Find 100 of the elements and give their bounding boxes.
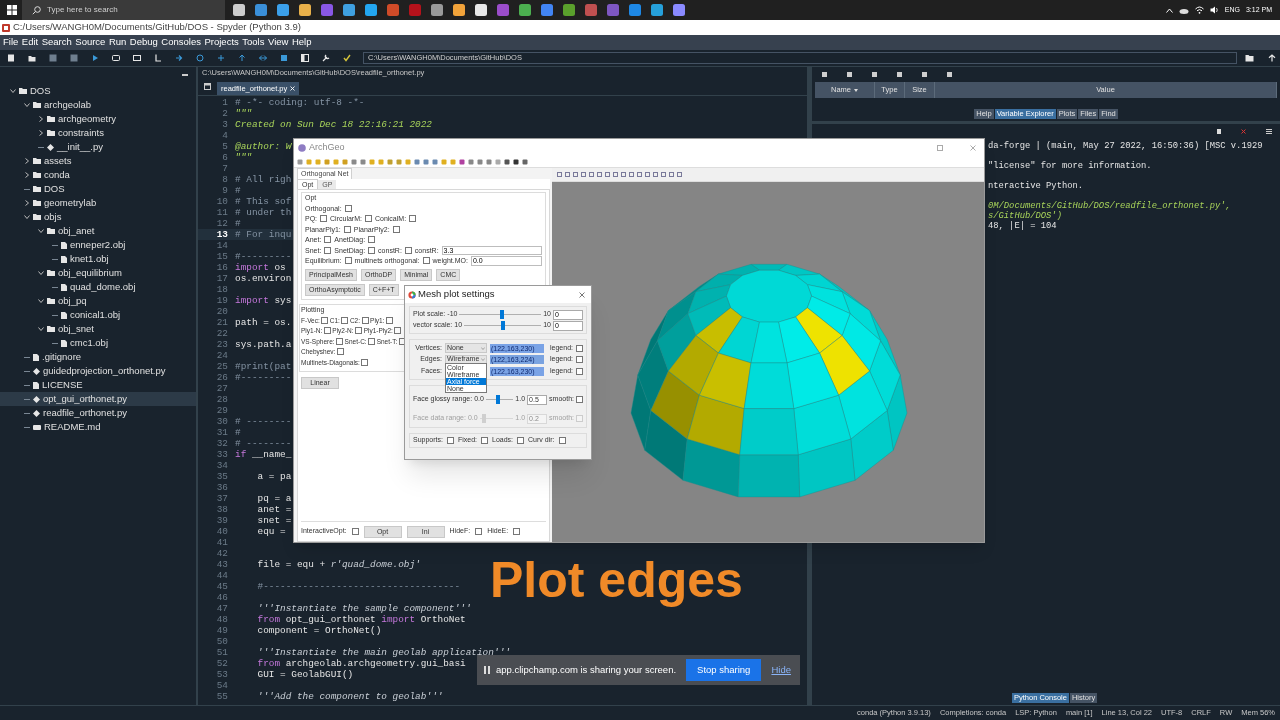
menu-item[interactable]: View — [267, 35, 289, 50]
hide-link[interactable]: Hide — [771, 662, 791, 678]
checkbox[interactable] — [320, 215, 328, 223]
tree-item[interactable]: obj_anet — [0, 224, 196, 238]
folder-icon[interactable] — [1245, 54, 1254, 62]
toolbar-icon[interactable] — [280, 54, 288, 62]
tree-item[interactable]: quad_dome.obj — [0, 280, 196, 294]
app-icon[interactable] — [233, 4, 245, 16]
app-icon[interactable] — [277, 4, 289, 16]
checkbox[interactable] — [341, 316, 349, 324]
arrow-up-icon[interactable] — [1268, 54, 1276, 62]
checkbox[interactable] — [344, 204, 352, 212]
tree-item[interactable]: enneper2.obj — [0, 238, 196, 252]
checkbox[interactable] — [323, 327, 331, 335]
tree-item[interactable]: guidedprojection_orthonet.py — [0, 364, 196, 378]
slider[interactable] — [464, 321, 542, 330]
checkbox[interactable] — [576, 356, 583, 363]
checkbox[interactable] — [361, 316, 369, 324]
app-icon[interactable] — [541, 4, 553, 16]
tree-item[interactable]: .gitignore — [0, 350, 196, 364]
tree-item[interactable]: obj_snet — [0, 322, 196, 336]
checkbox[interactable] — [422, 257, 430, 265]
checkbox[interactable] — [324, 236, 332, 244]
checkbox[interactable] — [394, 327, 402, 335]
stop-sharing-button[interactable]: Stop sharing — [686, 659, 762, 681]
app-icon[interactable] — [321, 4, 333, 16]
checkbox[interactable] — [576, 367, 583, 375]
tree-item[interactable]: README.md — [0, 420, 196, 434]
tree-item[interactable]: objs — [0, 210, 196, 224]
minimize-icon[interactable] — [182, 73, 188, 76]
toolbar-icon[interactable] — [7, 54, 15, 62]
checkbox[interactable] — [321, 316, 329, 324]
close-icon[interactable] — [1241, 128, 1246, 134]
app-icon[interactable] — [343, 4, 355, 16]
slider[interactable] — [459, 310, 542, 319]
checkbox[interactable] — [343, 225, 351, 233]
tree-item[interactable]: __init__.py — [0, 140, 196, 154]
toolbar-icon[interactable] — [343, 54, 351, 62]
checkbox[interactable] — [404, 246, 412, 254]
browse-tabs-icon[interactable] — [204, 83, 211, 90]
slider-thumb[interactable] — [499, 310, 504, 319]
checkbox[interactable] — [513, 528, 521, 535]
search-field[interactable]: Type here to search — [22, 0, 225, 20]
menu-item[interactable]: Tools — [242, 35, 265, 50]
toolbar-icon[interactable] — [196, 54, 204, 62]
menu-item[interactable]: Projects — [204, 35, 239, 50]
menu-item[interactable]: Consoles — [161, 35, 201, 50]
chevron-up-icon[interactable] — [1165, 7, 1173, 13]
toolbar-icon[interactable] — [28, 54, 36, 62]
checkbox[interactable] — [446, 437, 454, 444]
checkbox[interactable] — [351, 528, 359, 535]
tree-item[interactable]: conda — [0, 168, 196, 182]
checkbox[interactable] — [475, 528, 483, 535]
checkbox[interactable] — [576, 344, 583, 352]
slider-thumb[interactable] — [496, 395, 501, 404]
menu-item[interactable]: File — [3, 35, 19, 50]
app-icon[interactable] — [431, 4, 443, 16]
windows-logo-icon[interactable] — [7, 5, 17, 15]
checkbox[interactable] — [368, 246, 376, 254]
checkbox[interactable] — [481, 437, 489, 444]
menu-item[interactable]: Source — [75, 35, 106, 50]
app-icon[interactable] — [475, 4, 487, 16]
maximize-icon[interactable] — [937, 144, 943, 151]
close-icon[interactable] — [579, 291, 585, 298]
checkbox[interactable] — [336, 337, 344, 345]
tree-item[interactable]: obj_equilibrium — [0, 266, 196, 280]
checkbox[interactable] — [324, 246, 332, 254]
app-icon[interactable] — [607, 4, 619, 16]
checkbox[interactable] — [517, 437, 525, 444]
cloud-icon[interactable] — [1178, 6, 1189, 14]
checkbox[interactable] — [368, 337, 376, 345]
app-icon[interactable] — [365, 4, 377, 16]
tree-item[interactable]: cmc1.obj — [0, 336, 196, 350]
checkbox[interactable] — [368, 236, 376, 244]
tree-item[interactable]: knet1.obj — [0, 252, 196, 266]
menu-item[interactable]: Edit — [21, 35, 39, 50]
app-icon[interactable] — [519, 4, 531, 16]
tree-item[interactable]: DOS — [0, 182, 196, 196]
app-icon[interactable] — [255, 4, 267, 16]
toolbar-icon[interactable] — [238, 54, 246, 62]
tree-item[interactable]: assets — [0, 154, 196, 168]
toolbar-icon[interactable] — [91, 54, 99, 62]
app-icon[interactable] — [673, 4, 685, 16]
tree-item[interactable]: conical1.obj — [0, 308, 196, 322]
slider[interactable] — [479, 414, 514, 423]
tree-item[interactable]: archgeolab — [0, 98, 196, 112]
checkbox[interactable] — [361, 358, 369, 366]
app-icon[interactable] — [299, 4, 311, 16]
checkbox[interactable] — [355, 327, 363, 335]
slider[interactable] — [485, 395, 514, 404]
checkbox[interactable] — [392, 225, 400, 233]
app-icon[interactable] — [585, 4, 597, 16]
tree-item[interactable]: LICENSE — [0, 378, 196, 392]
tree-item[interactable]: obj_pq — [0, 294, 196, 308]
checkbox[interactable] — [336, 348, 344, 356]
menu-icon[interactable] — [1266, 128, 1272, 134]
app-icon[interactable] — [497, 4, 509, 16]
checkbox[interactable] — [558, 437, 566, 444]
tree-item[interactable]: geometrylab — [0, 196, 196, 210]
menu-item[interactable]: Run — [108, 35, 127, 50]
